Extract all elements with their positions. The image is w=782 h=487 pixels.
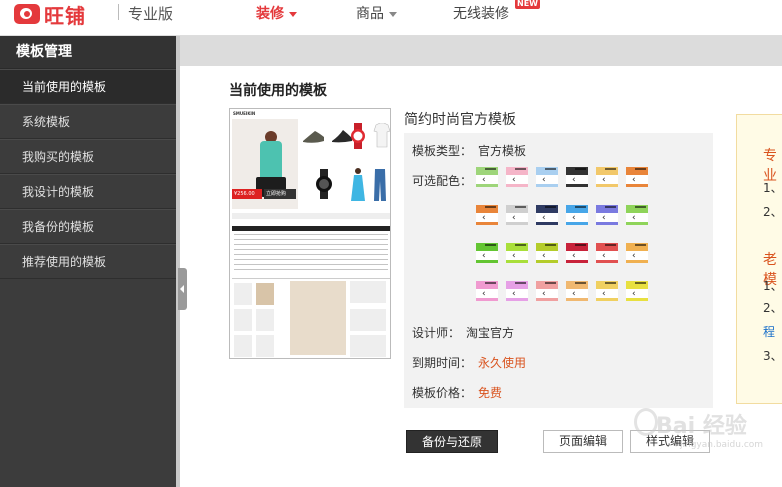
color-swatch[interactable]: ‹	[506, 167, 528, 187]
nav-mobile-decorate-label: 无线装修	[453, 6, 509, 22]
expire-value: 永久使用	[478, 356, 527, 370]
thumbnail-product-shirt	[372, 122, 390, 148]
section-title: 当前使用的模板	[229, 83, 327, 99]
designer-value: 淘宝官方	[466, 326, 515, 340]
sidebar-collapse-handle[interactable]	[178, 268, 187, 310]
color-swatch[interactable]: ‹	[626, 281, 648, 301]
thumbnail-feature-image	[290, 281, 346, 355]
thumbnail-buy-button: 立即抢购	[264, 189, 296, 199]
color-swatch[interactable]: ‹	[506, 205, 528, 225]
chevron-down-icon	[289, 11, 297, 17]
logo-icon	[14, 4, 40, 24]
color-swatch[interactable]: ‹	[536, 167, 558, 187]
thumbnail-product-watch-2	[314, 169, 336, 199]
color-swatch[interactable]: ‹	[506, 281, 528, 301]
expire-label: 到期时间：	[412, 356, 473, 370]
backup-restore-button[interactable]: 备份与还原	[406, 430, 498, 453]
nav-products-label: 商品	[356, 6, 384, 22]
color-swatch[interactable]: ‹	[566, 281, 588, 301]
thumbnail-search-bar	[232, 213, 390, 219]
price-value: 免费	[478, 386, 503, 400]
watermark-text: Bai 经验	[656, 414, 747, 439]
header-separator	[118, 4, 119, 20]
thumbnail-product-dress	[348, 167, 370, 201]
new-badge: NEW	[515, 0, 540, 9]
color-swatch[interactable]: ‹	[596, 243, 618, 263]
color-swatch[interactable]: ‹	[566, 167, 588, 187]
nav-decorate-label: 装修	[256, 6, 284, 22]
color-swatch[interactable]: ‹	[626, 243, 648, 263]
sidebar-edge	[176, 36, 180, 487]
sidebar-item-recommended-templates[interactable]: 推荐使用的模板	[0, 244, 176, 279]
color-swatch[interactable]: ‹	[476, 205, 498, 225]
thumbnail-category-list	[234, 234, 388, 270]
thumbnail-logo: SMUEIKIN	[233, 111, 256, 116]
sidebar-title: 模板管理	[0, 36, 176, 69]
thumbnail-section-divider	[232, 274, 390, 279]
sidebar-item-system-templates[interactable]: 系统模板	[0, 104, 176, 139]
sidebar-item-purchased-templates[interactable]: 我购买的模板	[0, 139, 176, 174]
color-swatch[interactable]: ‹	[506, 243, 528, 263]
sidebar: 模板管理 当前使用的模板 系统模板 我购买的模板 我设计的模板 我备份的模板 推…	[0, 36, 176, 487]
logo-text: 旺铺	[44, 3, 86, 28]
watermark: Bai 经验 jingyan.baidu.com	[620, 400, 770, 460]
color-swatch[interactable]: ‹	[596, 205, 618, 225]
thumbnail-category-header	[232, 226, 390, 231]
nav-mobile-decorate[interactable]: 无线装修 NEW	[453, 0, 540, 23]
sidebar-item-current-template[interactable]: 当前使用的模板	[0, 69, 176, 104]
chevron-down-icon	[389, 11, 397, 17]
template-name: 简约时尚官方模板	[404, 112, 516, 128]
watermark-paw-icon	[634, 408, 658, 436]
color-swatch[interactable]: ‹	[596, 281, 618, 301]
color-swatch[interactable]: ‹	[626, 167, 648, 187]
right-panel-link[interactable]: 程	[763, 323, 775, 340]
thumbnail-product-shoe	[302, 125, 324, 147]
template-info-panel: 模板类型： 官方模板 可选配色： ‹ ‹ ‹ ‹ ‹ ‹ ‹ ‹ ‹ ‹ ‹ ‹ ‹ ‹ ‹ ‹ ‹ ‹ ‹ ‹ ‹ ‹ ‹…	[404, 133, 713, 408]
color-swatch[interactable]: ‹	[536, 205, 558, 225]
price-label: 模板价格：	[412, 386, 473, 400]
top-bar: 旺铺 专业版 装修 商品 无线装修 NEW	[0, 0, 782, 36]
logo[interactable]: 旺铺	[14, 1, 86, 28]
color-options-label: 可选配色：	[412, 174, 473, 188]
color-swatch[interactable]: ‹	[476, 243, 498, 263]
color-swatch[interactable]: ‹	[566, 205, 588, 225]
thumbnail-price: ¥256.00	[232, 189, 262, 199]
sidebar-item-backup-templates[interactable]: 我备份的模板	[0, 209, 176, 244]
color-swatch[interactable]: ‹	[476, 281, 498, 301]
template-type-value: 官方模板	[478, 144, 527, 158]
thumbnail-product-jeans	[370, 167, 390, 201]
color-swatch[interactable]: ‹	[566, 243, 588, 263]
color-swatch[interactable]: ‹	[626, 205, 648, 225]
thumbnail-product-watch	[348, 123, 370, 149]
edition-label: 专业版	[128, 5, 174, 23]
watermark-url: jingyan.baidu.com	[680, 440, 764, 450]
color-swatch[interactable]: ‹	[536, 281, 558, 301]
template-thumbnail[interactable]: SMUEIKIN ¥256.00 立即抢购	[229, 108, 391, 359]
main-top-bar	[180, 36, 782, 66]
color-swatch[interactable]: ‹	[476, 167, 498, 187]
color-swatch[interactable]: ‹	[536, 243, 558, 263]
color-swatch[interactable]: ‹	[596, 167, 618, 187]
nav-products[interactable]: 商品	[356, 3, 397, 23]
nav-decorate[interactable]: 装修	[256, 3, 297, 23]
template-type-label: 模板类型：	[412, 144, 473, 158]
designer-label: 设计师：	[412, 326, 461, 340]
sidebar-item-designed-templates[interactable]: 我设计的模板	[0, 174, 176, 209]
right-info-panel: 专业 1、 2、 老模 1、 2、 程 3、	[736, 114, 782, 404]
page-edit-button[interactable]: 页面编辑	[543, 430, 623, 453]
